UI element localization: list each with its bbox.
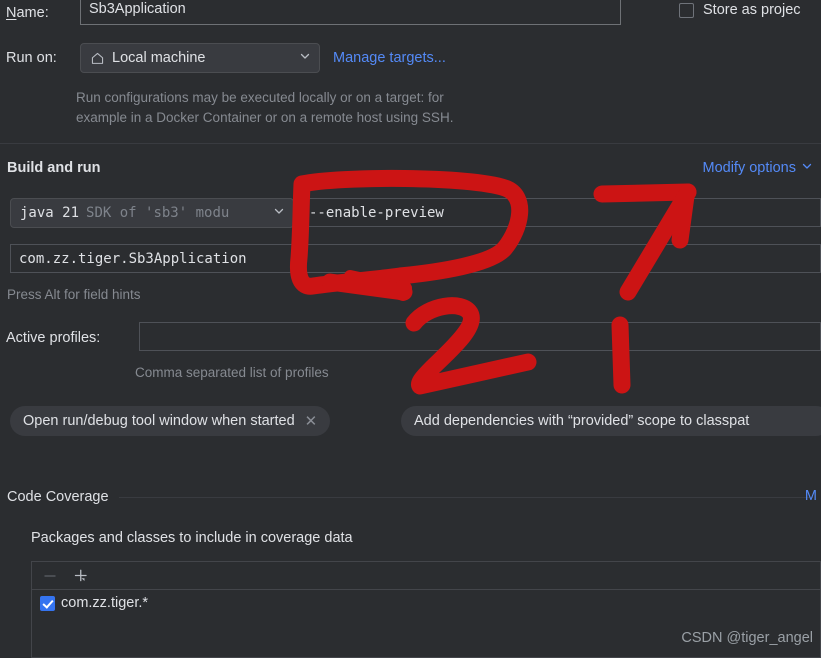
modify-options-label: Modify options bbox=[702, 160, 797, 176]
run-on-target-dropdown[interactable]: Local machine bbox=[80, 43, 320, 73]
jre-sdk-secondary: SDK of 'sb3' modu bbox=[86, 205, 230, 221]
field-hint-text: Press Alt for field hints bbox=[7, 287, 141, 302]
main-class-input[interactable]: com.zz.tiger.Sb3Application bbox=[10, 244, 821, 273]
run-on-target-value: Local machine bbox=[112, 50, 206, 66]
chip-open-run-debug-tool-window[interactable]: Open run/debug tool window when started … bbox=[10, 406, 331, 436]
chip-label: Add dependencies with “provided” scope t… bbox=[414, 413, 750, 429]
list-item[interactable]: com.zz.tiger.* bbox=[32, 590, 820, 611]
coverage-packages-label: Packages and classes to include in cover… bbox=[31, 530, 353, 546]
plus-icon[interactable] bbox=[72, 567, 90, 585]
vm-options-input[interactable]: --enable-preview bbox=[300, 198, 821, 227]
manage-targets-link[interactable]: Manage targets... bbox=[333, 50, 446, 66]
chevron-down-icon bbox=[801, 160, 813, 176]
home-icon bbox=[90, 51, 105, 66]
code-coverage-modify-link[interactable]: M bbox=[805, 488, 817, 504]
vm-options-value: --enable-preview bbox=[309, 204, 444, 221]
name-input-value: Sb3Application bbox=[89, 0, 186, 17]
watermark: CSDN @tiger_angel bbox=[681, 630, 813, 646]
jre-sdk-value: java 21 bbox=[20, 205, 80, 221]
minus-icon[interactable] bbox=[42, 568, 58, 584]
active-profiles-input[interactable] bbox=[139, 322, 821, 351]
run-on-row: Run on: bbox=[6, 46, 57, 70]
section-divider bbox=[118, 496, 813, 498]
coverage-pattern-checkbox[interactable] bbox=[40, 595, 55, 611]
main-class-value: com.zz.tiger.Sb3Application bbox=[19, 250, 247, 267]
name-label-mnemonic: N bbox=[6, 5, 17, 21]
code-coverage-title: Code Coverage bbox=[7, 489, 109, 505]
coverage-pattern-label: com.zz.tiger.* bbox=[61, 595, 149, 611]
close-icon[interactable]: ✕ bbox=[305, 414, 318, 429]
run-on-label: Run on: bbox=[6, 50, 57, 66]
active-profiles-hint: Comma separated list of profiles bbox=[135, 365, 329, 380]
name-input[interactable]: Sb3Application bbox=[80, 0, 621, 25]
build-and-run-title: Build and run bbox=[7, 160, 101, 176]
active-profiles-row: Active profiles: bbox=[6, 326, 100, 350]
store-as-project-file-label: Store as projec bbox=[703, 2, 801, 18]
chevron-down-icon bbox=[293, 50, 311, 66]
run-on-hint-line-1: Run configurations may be executed local… bbox=[76, 90, 444, 105]
store-as-project-file-checkbox[interactable] bbox=[679, 2, 694, 18]
run-on-hint-line-2: example in a Docker Container or on a re… bbox=[76, 110, 454, 125]
modify-options-link[interactable]: Modify options bbox=[703, 160, 814, 176]
name-row: Name: bbox=[6, 0, 49, 26]
active-profiles-label: Active profiles: bbox=[6, 330, 101, 346]
name-label: Name: bbox=[6, 5, 49, 21]
chip-label: Open run/debug tool window when started bbox=[23, 413, 295, 429]
build-and-run-section-header: Build and run bbox=[0, 160, 821, 176]
chip-add-provided-scope-dependencies[interactable]: Add dependencies with “provided” scope t… bbox=[401, 406, 821, 436]
chevron-down-icon bbox=[267, 205, 285, 221]
name-label-rest: ame: bbox=[16, 5, 49, 21]
jre-sdk-dropdown[interactable]: java 21 SDK of 'sb3' modu bbox=[10, 198, 294, 228]
build-and-run-divider bbox=[0, 143, 821, 144]
code-coverage-section-header: Code Coverage bbox=[0, 489, 821, 505]
coverage-list-toolbar bbox=[32, 562, 820, 590]
store-as-project-file-row[interactable]: Store as projec bbox=[679, 0, 801, 22]
